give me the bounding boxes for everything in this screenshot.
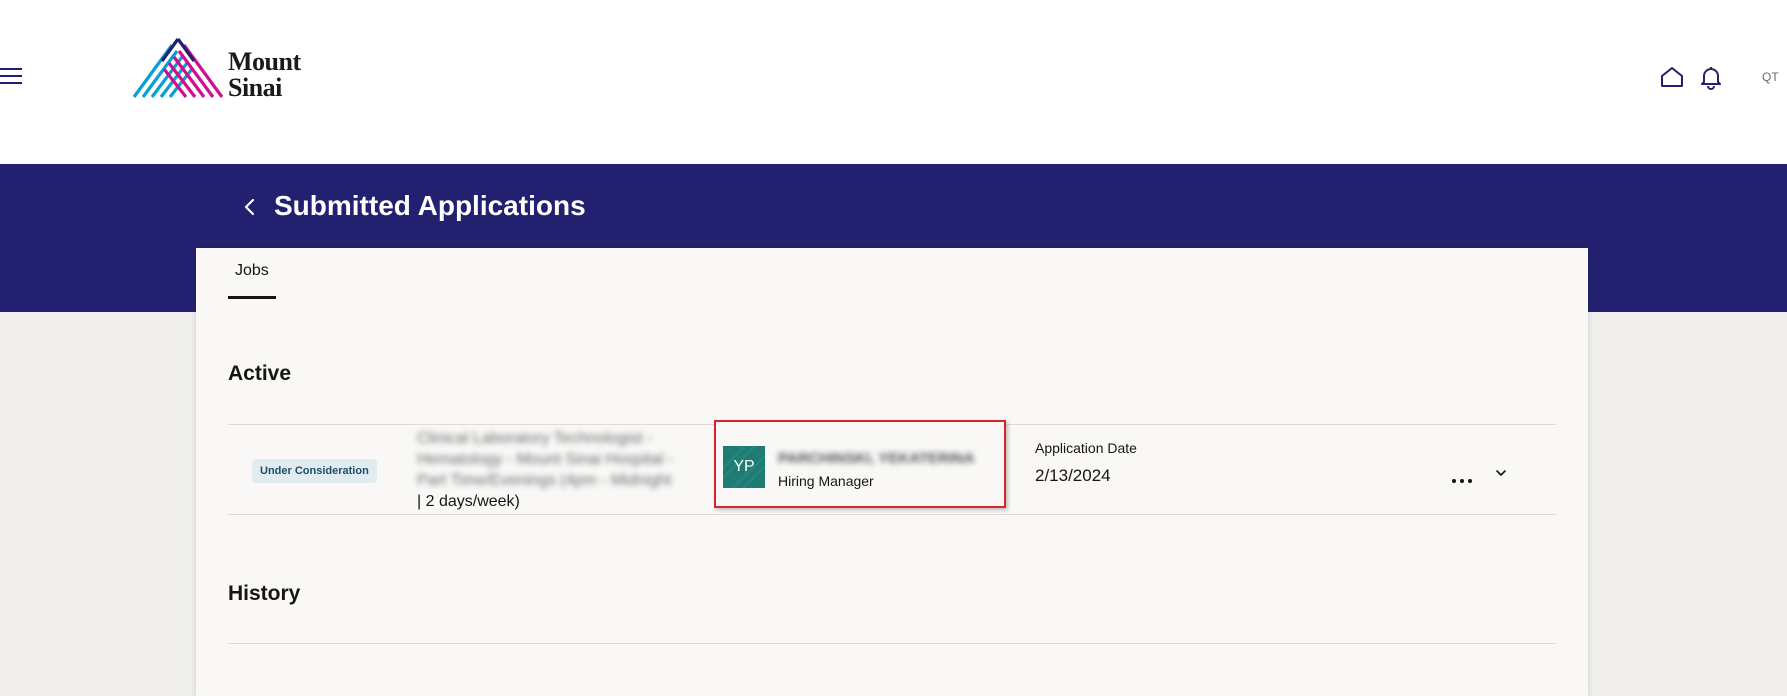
home-icon[interactable] (1660, 66, 1684, 88)
application-date-value: 2/13/2024 (1035, 466, 1111, 485)
chevron-left-icon[interactable] (240, 196, 260, 218)
job-title-line-3: Part Time/Evenings (4pm - Midnight (417, 472, 672, 489)
page-title: Submitted Applications (274, 190, 586, 221)
section-title-active: Active (228, 362, 292, 385)
logo-mark-icon (132, 38, 224, 98)
job-title-link[interactable]: Clinical Laboratory Technologist - Hemat… (417, 428, 687, 512)
more-actions-icon[interactable] (1452, 470, 1476, 483)
avatar-initials: YP (733, 458, 755, 475)
hiring-manager-contact[interactable]: YP PARCHINSKI, YEKATERINA Hiring Manager (714, 420, 1006, 508)
contact-name: PARCHINSKI, YEKATERINA (778, 450, 975, 467)
top-navigation-bar: Mount Sinai QT (0, 0, 1787, 164)
brand-line-1: Mount (228, 47, 301, 76)
application-date-label: Application Date (1035, 440, 1137, 456)
mount-sinai-logo[interactable]: Mount Sinai (132, 37, 312, 101)
history-divider (228, 643, 1556, 644)
section-title-history: History (228, 582, 301, 605)
brand-line-2: Sinai (228, 73, 282, 102)
bell-icon[interactable] (1700, 66, 1722, 90)
hamburger-menu-icon[interactable] (0, 68, 22, 86)
job-title-line-1: Clinical Laboratory Technologist - (417, 430, 653, 447)
user-initials[interactable]: QT (1762, 70, 1779, 84)
chevron-down-icon[interactable] (1494, 466, 1508, 480)
tab-jobs[interactable]: Jobs (228, 262, 276, 299)
status-badge: Under Consideration (252, 459, 377, 483)
job-title-line-4: | 2 days/week) (417, 493, 520, 510)
avatar: YP (723, 446, 765, 488)
applications-card: Jobs Active Under Consideration Clinical… (196, 248, 1588, 696)
row-divider-bottom (228, 514, 1556, 515)
brand-name: Mount Sinai (228, 49, 301, 101)
contact-role: Hiring Manager (778, 473, 874, 489)
job-title-line-2: Hematology - Mount Sinai Hospital - (417, 451, 674, 468)
